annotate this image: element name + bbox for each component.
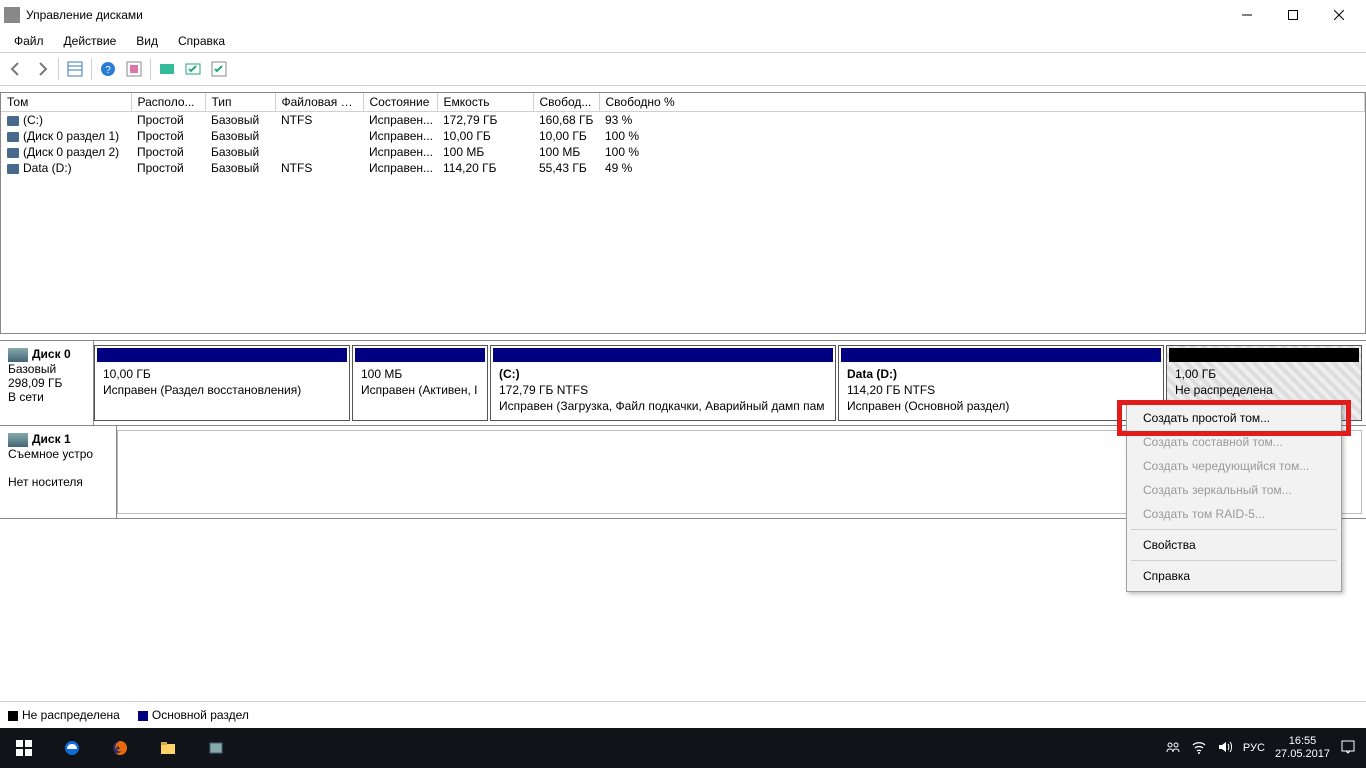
col-type[interactable]: Тип [205, 93, 275, 112]
disk-icon [8, 433, 28, 447]
action-icon[interactable] [181, 57, 205, 81]
context-menu-item[interactable]: Свойства [1129, 533, 1339, 557]
col-volume[interactable]: Том [1, 93, 131, 112]
volume-icon [7, 164, 19, 174]
col-fs[interactable]: Файловая с... [275, 93, 363, 112]
properties-icon[interactable] [207, 57, 231, 81]
volume-row[interactable]: (Диск 0 раздел 1)ПростойБазовыйИсправен.… [1, 128, 1365, 144]
volume-row[interactable]: Data (D:)ПростойБазовыйNTFSИсправен...11… [1, 160, 1365, 176]
context-menu-item: Создать том RAID-5... [1129, 502, 1339, 526]
context-menu-item: Создать чередующийся том... [1129, 454, 1339, 478]
tray-notifications-icon[interactable] [1340, 739, 1356, 758]
disk0-header[interactable]: Диск 0 Базовый 298,09 ГБ В сети [0, 341, 94, 425]
col-capacity[interactable]: Емкость [437, 93, 533, 112]
volume-icon [7, 132, 19, 142]
start-button[interactable] [0, 728, 48, 768]
volume-row[interactable]: (Диск 0 раздел 2)ПростойБазовыйИсправен.… [1, 144, 1365, 160]
tray-network-icon[interactable] [1191, 739, 1207, 758]
taskbar: РУС 16:55 27.05.2017 [0, 728, 1366, 768]
legend: Не распределена Основной раздел [0, 701, 1366, 728]
minimize-button[interactable] [1224, 0, 1270, 30]
forward-icon[interactable] [30, 57, 54, 81]
legend-unalloc-swatch [8, 711, 18, 721]
col-freepct[interactable]: Свободно % [599, 93, 1365, 112]
disk1-header[interactable]: Диск 1 Съемное устро Нет носителя [0, 426, 117, 518]
gradient-icon[interactable] [155, 57, 179, 81]
context-menu-item[interactable]: Справка [1129, 564, 1339, 588]
help-icon[interactable]: ? [96, 57, 120, 81]
app-icon [4, 7, 20, 23]
partition[interactable]: (C:)172,79 ГБ NTFSИсправен (Загрузка, Фа… [490, 345, 836, 421]
menu-view[interactable]: Вид [126, 32, 168, 50]
context-menu-item[interactable]: Создать простой том... [1129, 406, 1339, 430]
menu-help[interactable]: Справка [168, 32, 235, 50]
tray-clock[interactable]: 16:55 27.05.2017 [1275, 735, 1330, 761]
disk-icon [8, 348, 28, 362]
view-list-icon[interactable] [63, 57, 87, 81]
context-menu-item: Создать зеркальный том... [1129, 478, 1339, 502]
tray-volume-icon[interactable] [1217, 739, 1233, 758]
disk1-name: Диск 1 [32, 432, 71, 446]
tray-people-icon[interactable] [1165, 739, 1181, 758]
toolbar: ? [0, 53, 1366, 86]
partition[interactable]: 10,00 ГБИсправен (Раздел восстановления) [94, 345, 350, 421]
task-explorer[interactable] [144, 728, 192, 768]
menu-bar: Файл Действие Вид Справка [0, 30, 1366, 53]
col-free[interactable]: Свобод... [533, 93, 599, 112]
refresh-icon[interactable] [122, 57, 146, 81]
partition[interactable]: 100 МБИсправен (Активен, I [352, 345, 488, 421]
tray-language[interactable]: РУС [1243, 742, 1265, 754]
task-diskmgmt[interactable] [192, 728, 240, 768]
task-edge[interactable] [48, 728, 96, 768]
volume-icon [7, 148, 19, 158]
svg-text:?: ? [105, 65, 111, 76]
col-state[interactable]: Состояние [363, 93, 437, 112]
volume-list: Том Располо... Тип Файловая с... Состоян… [0, 92, 1366, 334]
col-layout[interactable]: Располо... [131, 93, 205, 112]
context-menu: Создать простой том...Создать составной … [1126, 402, 1342, 592]
close-button[interactable] [1316, 0, 1362, 30]
window-title: Управление дисками [26, 8, 1224, 22]
back-icon[interactable] [4, 57, 28, 81]
menu-file[interactable]: Файл [4, 32, 54, 50]
legend-primary-swatch [138, 711, 148, 721]
partition[interactable]: Data (D:)114,20 ГБ NTFSИсправен (Основно… [838, 345, 1164, 421]
title-bar: Управление дисками [0, 0, 1366, 30]
volume-icon [7, 116, 19, 126]
menu-action[interactable]: Действие [54, 32, 127, 50]
maximize-button[interactable] [1270, 0, 1316, 30]
volume-row[interactable]: (C:)ПростойБазовыйNTFSИсправен...172,79 … [1, 112, 1365, 129]
context-menu-item: Создать составной том... [1129, 430, 1339, 454]
disk0-name: Диск 0 [32, 347, 71, 361]
task-firefox[interactable] [96, 728, 144, 768]
